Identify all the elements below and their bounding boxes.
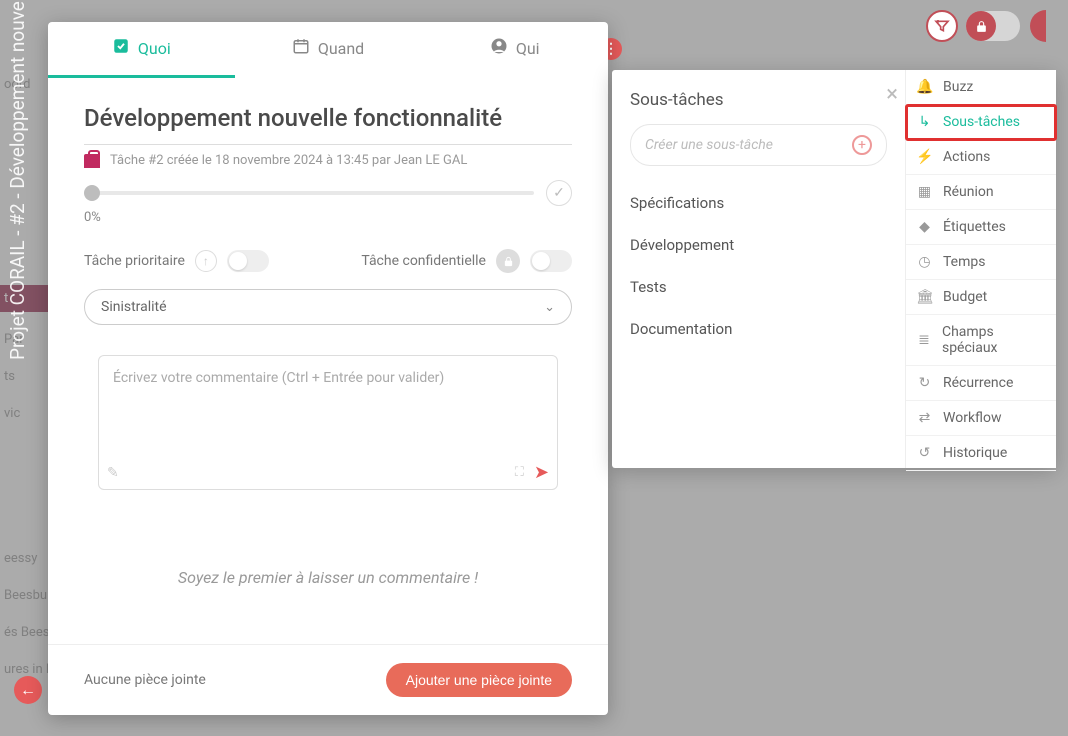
menu-reunion[interactable]: ▦Réunion — [906, 175, 1056, 210]
subtask-icon: ↳ — [916, 114, 933, 130]
confidential-toggle[interactable] — [530, 250, 572, 272]
bolt-icon: ⚡ — [916, 149, 933, 165]
menu-budget[interactable]: 🏛Budget — [906, 280, 1056, 315]
menu-soustaches[interactable]: ↳Sous-tâches — [906, 105, 1056, 140]
priority-label: Tâche prioritaire — [84, 253, 185, 269]
tab-label: Qui — [516, 39, 540, 58]
task-title[interactable]: Développement nouvelle fonctionnalité — [84, 104, 502, 132]
empty-comments-message: Soyez le premier à laisser un commentair… — [84, 568, 572, 587]
header-action-button[interactable] — [1030, 10, 1062, 42]
chevron-down-icon: ⌄ — [544, 300, 555, 315]
briefcase-icon — [84, 154, 100, 168]
lock-icon — [496, 249, 520, 273]
subtask-item[interactable]: Développement — [630, 224, 901, 266]
person-icon — [490, 37, 508, 60]
menu-etiquettes[interactable]: ◆Étiquettes — [906, 210, 1056, 245]
bank-icon: 🏛 — [916, 289, 933, 305]
subtask-item[interactable]: Documentation — [630, 308, 901, 350]
calendar-icon: ▦ — [916, 184, 933, 200]
no-attachment-label: Aucune pièce jointe — [84, 672, 206, 688]
lock-toggle[interactable] — [966, 11, 1020, 41]
progress-percent: 0% — [84, 210, 572, 225]
comment-placeholder: Écrivez votre commentaire (Ctrl + Entrée… — [113, 370, 444, 386]
tab-label: Quoi — [138, 39, 171, 58]
refresh-icon: ↻ — [916, 375, 933, 391]
menu-buzz[interactable]: 🔔Buzz — [906, 70, 1056, 105]
check-icon — [112, 37, 130, 60]
tab-qui[interactable]: Qui — [421, 22, 608, 78]
tab-label: Quand — [318, 39, 364, 58]
history-icon: ↺ — [916, 445, 933, 461]
category-value: Sinistralité — [101, 299, 167, 315]
vertical-breadcrumb: Projet CORAIL - #2 - Développement nouve… — [6, 0, 29, 360]
side-panel: × Sous-tâches Créer une sous-tâche + Spé… — [612, 70, 1056, 468]
subtask-item[interactable]: Tests — [630, 266, 901, 308]
create-subtask-placeholder: Créer une sous-tâche — [645, 137, 773, 153]
add-filter-button[interactable] — [926, 10, 958, 42]
plus-icon[interactable]: + — [852, 135, 872, 155]
fields-icon: ≣ — [916, 332, 932, 348]
progress-slider[interactable] — [84, 191, 534, 195]
tag-icon: ◆ — [916, 219, 933, 235]
comment-input[interactable]: Écrivez votre commentaire (Ctrl + Entrée… — [98, 355, 558, 490]
add-attachment-button[interactable]: Ajouter une pièce jointe — [386, 663, 572, 697]
menu-temps[interactable]: ◷Temps — [906, 245, 1056, 280]
send-icon[interactable]: ➤ — [534, 462, 549, 483]
menu-actions[interactable]: ⚡Actions — [906, 140, 1056, 175]
arrow-up-icon: ↑ — [195, 250, 217, 272]
subtask-list: Spécifications Développement Tests Docum… — [630, 182, 901, 350]
menu-champs[interactable]: ≣Champs spéciaux — [906, 315, 1056, 366]
create-subtask-input[interactable]: Créer une sous-tâche + — [630, 124, 887, 166]
bell-icon: 🔔 — [916, 79, 933, 95]
subtasks-heading: Sous-tâches — [630, 90, 724, 110]
task-modal: Quoi Quand Qui Développement nouvelle fo… — [48, 22, 608, 715]
menu-recurrence[interactable]: ↻Récurrence — [906, 366, 1056, 401]
clock-icon: ◷ — [916, 254, 933, 270]
edit-icon[interactable]: ✎ — [107, 465, 119, 481]
task-meta-text: Tâche #2 créée le 18 novembre 2024 à 13:… — [110, 153, 467, 168]
expand-icon[interactable]: ⛶ — [515, 465, 524, 480]
tab-quoi[interactable]: Quoi — [48, 22, 235, 78]
calendar-icon — [292, 37, 310, 60]
task-meta: Tâche #2 créée le 18 novembre 2024 à 13:… — [84, 153, 572, 168]
back-button[interactable]: ← — [14, 676, 42, 704]
menu-workflow[interactable]: ⇄Workflow — [906, 401, 1056, 436]
close-icon[interactable]: × — [886, 84, 898, 106]
workflow-icon: ⇄ — [916, 410, 933, 426]
panel-menu: 🔔Buzz ↳Sous-tâches ⚡Actions ▦Réunion ◆Ét… — [906, 70, 1056, 468]
mark-complete-button[interactable]: ✓ — [546, 180, 572, 206]
confidential-label: Tâche confidentielle — [361, 253, 486, 269]
tab-quand[interactable]: Quand — [235, 22, 422, 78]
category-select[interactable]: Sinistralité ⌄ — [84, 289, 572, 325]
subtask-item[interactable]: Spécifications — [630, 182, 901, 224]
menu-historique[interactable]: ↺Historique — [906, 436, 1056, 471]
modal-tabs: Quoi Quand Qui — [48, 22, 608, 78]
progress-slider-row: ✓ — [84, 180, 572, 206]
priority-toggle[interactable] — [227, 250, 269, 272]
